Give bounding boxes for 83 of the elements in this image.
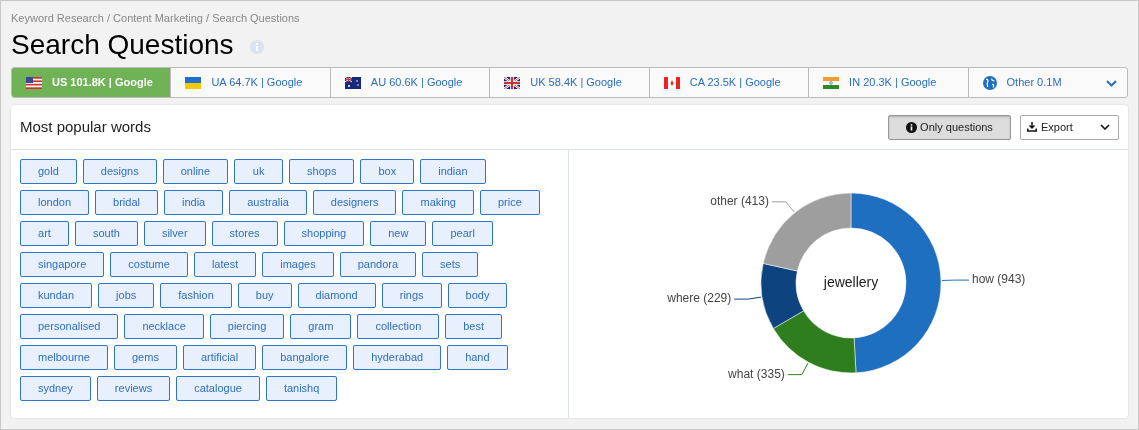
slice-label: how (943) — [971, 272, 1026, 287]
flag-icon — [26, 76, 42, 89]
word-tag[interactable]: shops — [289, 159, 355, 184]
word-tag[interactable]: pandora — [339, 252, 417, 277]
slice-label: what (335) — [728, 366, 785, 381]
word-tag[interactable]: indian — [420, 159, 486, 184]
word-tag[interactable]: best — [445, 314, 503, 339]
word-tag[interactable]: bangalore — [262, 345, 348, 370]
word-tag[interactable]: new — [370, 221, 427, 246]
word-tag[interactable]: uk — [234, 159, 284, 184]
word-tag[interactable]: sets — [422, 252, 479, 277]
region-tab[interactable]: UK 58.4K | Google — [489, 68, 649, 97]
flag-icon — [823, 76, 840, 89]
region-tab[interactable]: CA 23.5K | Google — [648, 68, 809, 97]
panel-title: Most popular words — [20, 116, 151, 137]
word-tag[interactable]: gram — [290, 314, 352, 339]
flag-icon — [344, 76, 361, 89]
slice-label: where (229) — [667, 291, 732, 306]
word-tag[interactable]: sydney — [20, 376, 91, 401]
word-tag[interactable]: gold — [20, 159, 77, 184]
word-tag[interactable]: south — [75, 221, 138, 246]
word-tag[interactable]: images — [262, 252, 334, 277]
word-tag[interactable]: kundan — [20, 283, 93, 308]
word-tag[interactable]: melbourne — [20, 345, 108, 370]
word-tag[interactable]: designers — [312, 190, 397, 215]
flag-icon — [504, 76, 521, 89]
word-tag[interactable]: buy — [237, 283, 292, 308]
word-tag[interactable]: london — [20, 190, 90, 215]
region-tab[interactable]: UA 64.7K | Google — [170, 68, 330, 97]
word-tag[interactable]: online — [162, 159, 229, 184]
download-icon — [1027, 122, 1037, 132]
word-tag[interactable]: gems — [114, 345, 177, 370]
word-tag[interactable]: hand — [447, 345, 508, 370]
word-tag[interactable]: diamond — [297, 283, 376, 308]
region-tab[interactable]: AU 60.6K | Google — [329, 68, 490, 97]
flag-icon — [663, 76, 680, 89]
center-label: jewellery — [823, 273, 879, 290]
region-tab[interactable]: Other 0.1M — [967, 68, 1127, 97]
word-tag[interactable]: jobs — [98, 283, 155, 308]
only-questions-button[interactable]: Only questions — [888, 114, 1011, 140]
chevron-down-icon — [1100, 124, 1110, 130]
word-tag[interactable]: body — [447, 283, 508, 308]
word-tag[interactable]: stores — [211, 221, 278, 246]
info-icon — [249, 40, 264, 54]
word-tag[interactable]: australia — [229, 190, 307, 215]
word-tag[interactable]: singapore — [20, 252, 105, 277]
info-icon — [906, 121, 918, 133]
word-tag[interactable]: hyderabad — [353, 345, 442, 370]
word-tag[interactable]: shopping — [283, 221, 365, 246]
breadcrumb: Keyword Research / Content Marketing / Search Questions — [11, 11, 300, 26]
word-tag[interactable]: catalogue — [176, 376, 260, 401]
page-title: Search Questions — [11, 28, 234, 62]
word-tag[interactable]: bridal — [95, 190, 158, 215]
chevron-down-icon — [1105, 80, 1117, 87]
word-tag[interactable]: box — [360, 159, 415, 184]
word-tag[interactable]: silver — [143, 221, 206, 246]
leader-line — [941, 279, 970, 281]
region-tab[interactable]: US 101.8K | Google — [12, 68, 171, 97]
leader-line — [771, 201, 795, 213]
slice-label: other (413) — [710, 194, 769, 209]
word-tag[interactable]: fashion — [160, 283, 232, 308]
word-tag[interactable]: price — [479, 190, 540, 215]
word-tag[interactable]: collection — [357, 314, 440, 339]
word-tag[interactable]: pearl — [432, 221, 493, 246]
word-tag[interactable]: piercing — [209, 314, 285, 339]
export-button[interactable]: Export — [1020, 114, 1119, 140]
flag-icon — [185, 76, 202, 89]
word-tag[interactable]: personalised — [20, 314, 119, 339]
word-tag[interactable]: rings — [381, 283, 442, 308]
word-tag[interactable]: latest — [193, 252, 257, 277]
globe-icon — [982, 75, 997, 90]
word-tag[interactable]: necklace — [124, 314, 204, 339]
word-tag[interactable]: costume — [110, 252, 188, 277]
word-tag[interactable]: art — [20, 221, 69, 246]
leader-line — [733, 296, 762, 300]
word-tag[interactable]: making — [402, 190, 474, 215]
word-tag[interactable]: artificial — [182, 345, 257, 370]
region-tab[interactable]: IN 20.3K | Google — [808, 68, 968, 97]
word-tag[interactable]: reviews — [96, 376, 171, 401]
word-tag[interactable]: india — [163, 190, 224, 215]
word-tag[interactable]: designs — [82, 159, 157, 184]
word-tag[interactable]: tanishq — [265, 376, 338, 401]
leader-line — [787, 362, 809, 376]
